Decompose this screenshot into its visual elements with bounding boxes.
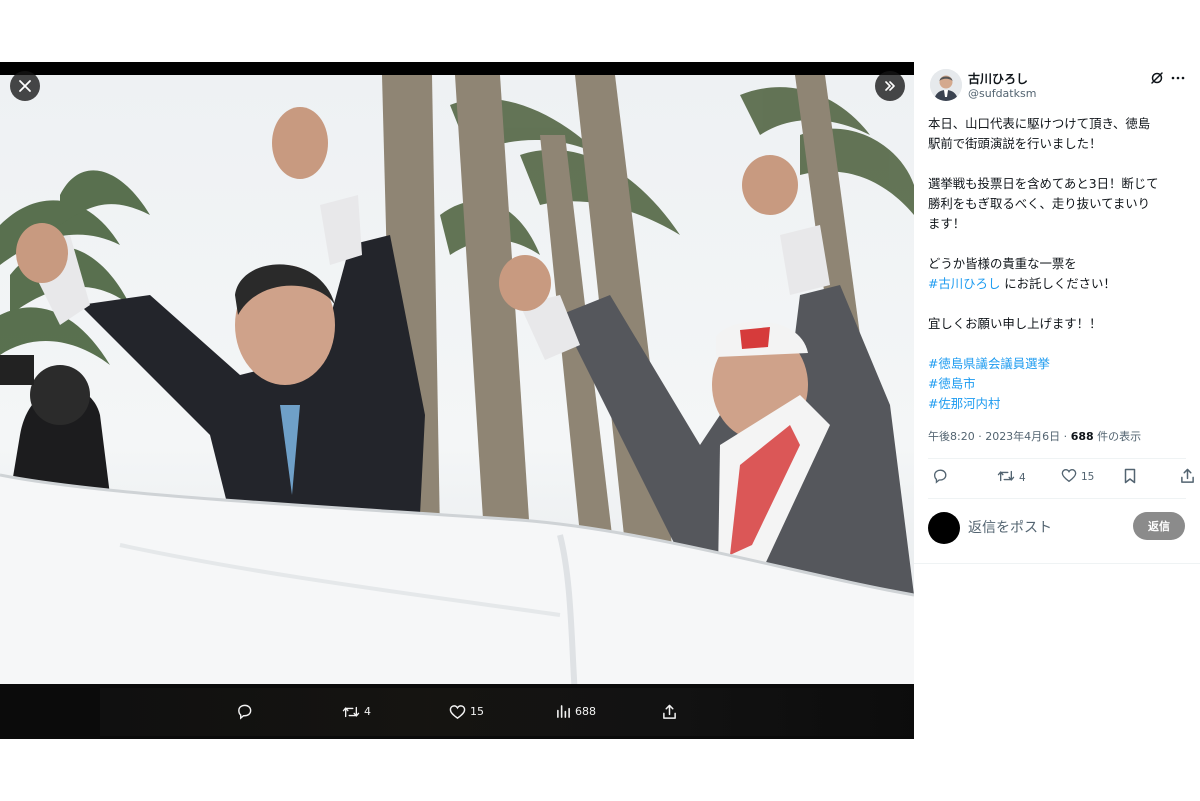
retweet-button[interactable]: 4 bbox=[997, 468, 1026, 487]
retweet-icon bbox=[342, 704, 360, 720]
expand-panel-icon bbox=[883, 79, 897, 93]
hashtag-link[interactable]: #古川ひろし bbox=[928, 276, 1000, 291]
heart-icon bbox=[1061, 468, 1077, 486]
bookmark-button[interactable] bbox=[1123, 468, 1137, 487]
viewer-retweet-button[interactable]: 4 bbox=[342, 684, 371, 739]
tweet-line: 本日、山口代表に駆けつけて頂き、徳島 bbox=[928, 116, 1151, 131]
viewer-views-button[interactable]: 688 bbox=[556, 684, 596, 739]
tweet-photo bbox=[0, 75, 914, 739]
background-blur bbox=[100, 688, 914, 736]
media-viewer: 4 15 688 bbox=[0, 62, 914, 739]
view-count: 688 bbox=[1070, 430, 1094, 443]
tweet-action-row: 4 15 bbox=[928, 468, 1194, 488]
tweet-line: 駅前で街頭演説を行いました！ bbox=[928, 136, 1102, 151]
tweet-line: 選挙戦も投票日を含めてあと3日！断じて bbox=[928, 176, 1159, 191]
hashtag-link[interactable]: #徳島県議会議員選挙 bbox=[928, 354, 1190, 374]
tweet-line: #古川ひろし にお託しください！ bbox=[928, 274, 1190, 294]
share-icon bbox=[662, 704, 677, 720]
divider bbox=[928, 458, 1186, 459]
viewer-retweet-count: 4 bbox=[364, 705, 371, 718]
tweet-timestamp[interactable]: 午後8:20 · 2023年4月6日 · bbox=[928, 430, 1071, 443]
bookmark-icon bbox=[1123, 468, 1137, 487]
viewer-like-count: 15 bbox=[470, 705, 484, 718]
viewer-reply-button[interactable] bbox=[236, 684, 257, 739]
photo-illustration bbox=[0, 75, 914, 739]
tweet-text: 本日、山口代表に駆けつけて頂き、徳島 駅前で街頭演説を行いました！ 選挙戦も投票… bbox=[928, 114, 1190, 414]
tweet-line: どうか皆様の貴重な一票を bbox=[928, 256, 1077, 271]
expand-panel-button[interactable] bbox=[875, 71, 905, 101]
close-icon bbox=[18, 79, 32, 93]
more-options-icon[interactable] bbox=[1171, 70, 1185, 89]
divider bbox=[914, 563, 1200, 564]
tweet-line: ます！ bbox=[928, 216, 966, 231]
like-button[interactable]: 15 bbox=[1061, 468, 1094, 486]
viewer-like-button[interactable]: 15 bbox=[449, 684, 484, 739]
reply-input[interactable]: 返信をポスト bbox=[968, 517, 1052, 537]
viewer-view-count: 688 bbox=[575, 705, 596, 718]
divider bbox=[928, 498, 1186, 499]
retweet-count: 4 bbox=[1019, 471, 1026, 484]
tweet-line: 勝利をもぎ取るべく、走り抜いてまいり bbox=[928, 196, 1151, 211]
heart-icon bbox=[449, 704, 466, 720]
tweet-line-suffix: にお託しください！ bbox=[1000, 276, 1116, 291]
views-label: 件の表示 bbox=[1093, 430, 1142, 443]
author-handle[interactable]: @sufdatksm bbox=[968, 87, 1036, 100]
share-icon bbox=[1180, 468, 1195, 487]
analytics-icon bbox=[556, 704, 571, 719]
viewer-share-button[interactable] bbox=[662, 684, 677, 739]
reply-icon bbox=[236, 703, 253, 720]
retweet-icon bbox=[997, 468, 1015, 487]
author-name[interactable]: 古川ひろし bbox=[968, 70, 1028, 87]
reply-button[interactable] bbox=[932, 468, 948, 487]
share-button[interactable] bbox=[1180, 468, 1195, 487]
tweet-meta: 午後8:20 · 2023年4月6日 · 688 件の表示 bbox=[928, 428, 1141, 444]
hashtag-link[interactable]: #徳島市 bbox=[928, 374, 1190, 394]
reply-icon bbox=[932, 468, 948, 487]
current-user-avatar[interactable] bbox=[928, 512, 960, 544]
tweet-line: 宜しくお願い申し上げます！！ bbox=[928, 316, 1102, 331]
viewer-action-bar: 4 15 688 bbox=[0, 684, 914, 739]
grok-icon[interactable] bbox=[1150, 70, 1164, 89]
tweet-panel: 古川ひろし @sufdatksm 本日、山口代表に駆けつけて頂き、徳島 駅前で街… bbox=[914, 62, 1200, 572]
author-avatar[interactable] bbox=[930, 69, 962, 101]
close-button[interactable] bbox=[10, 71, 40, 101]
like-count: 15 bbox=[1081, 471, 1095, 483]
reply-submit-button[interactable]: 返信 bbox=[1133, 512, 1185, 540]
hashtag-link[interactable]: #佐那河内村 bbox=[928, 394, 1190, 414]
